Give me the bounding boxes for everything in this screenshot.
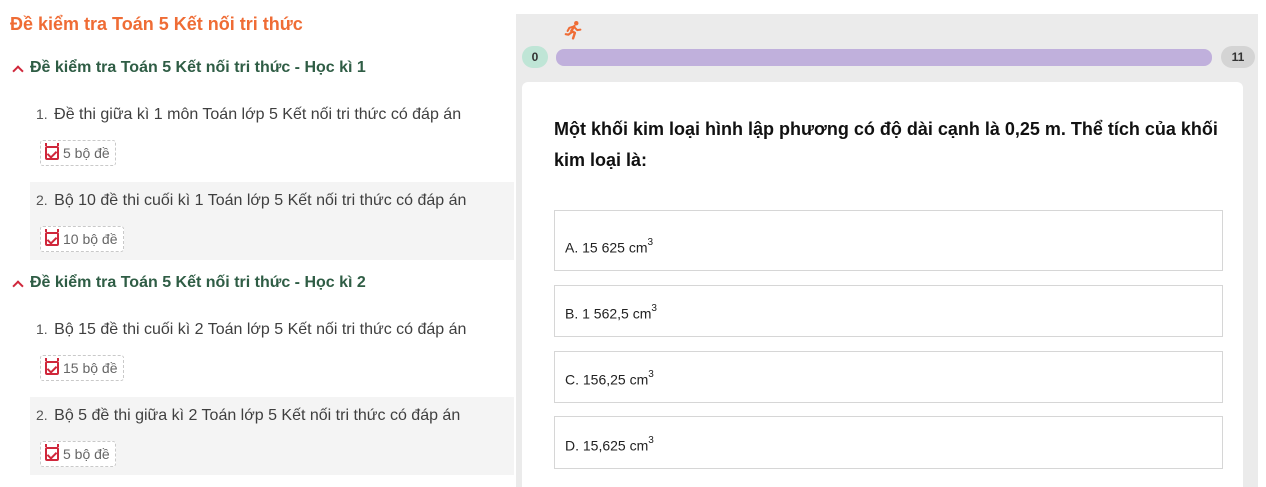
list-item-title[interactable]: 2. Bộ 10 đề thi cuối kì 1 Toán lớp 5 Kết… xyxy=(36,192,466,210)
count-badge: 5 bộ đề xyxy=(40,441,116,467)
list-item[interactable]: 2. Bộ 5 đề thi giữa kì 2 Toán lớp 5 Kết … xyxy=(30,397,514,475)
calendar-check-icon xyxy=(45,444,59,461)
calendar-check-icon xyxy=(45,143,59,160)
list-item-title[interactable]: 2. Bộ 5 đề thi giữa kì 2 Toán lớp 5 Kết … xyxy=(36,407,460,425)
count-badge: 10 bộ đề xyxy=(40,226,124,252)
answer-option-a[interactable]: A. 15 625 cm3 xyxy=(554,210,1223,271)
progress-start-count: 0 xyxy=(522,46,548,68)
exam-list-panel: Đề kiểm tra Toán 5 Kết nối tri thức Đề k… xyxy=(0,0,515,487)
list-item[interactable]: 1. Bộ 15 đề thi cuối kì 2 Toán lớp 5 Kết… xyxy=(30,311,514,391)
section-heading-hk1[interactable]: Đề kiểm tra Toán 5 Kết nối tri thức - Họ… xyxy=(12,57,366,79)
calendar-check-icon xyxy=(45,358,59,375)
running-person-icon xyxy=(564,21,582,40)
list-item[interactable]: 2. Bộ 10 đề thi cuối kì 1 Toán lớp 5 Kết… xyxy=(30,182,514,260)
question-card: Một khối kim loại hình lập phương có độ … xyxy=(522,82,1243,487)
question-text: Một khối kim loại hình lập phương có độ … xyxy=(554,119,1218,170)
answer-option-b[interactable]: B. 1 562,5 cm3 xyxy=(554,285,1223,337)
count-badge: 5 bộ đề xyxy=(40,140,116,166)
list-item-title[interactable]: 1. Bộ 15 đề thi cuối kì 2 Toán lớp 5 Kết… xyxy=(36,321,466,339)
progress-bar xyxy=(556,49,1212,66)
quiz-panel: 0 11 Một khối kim loại hình lập phương c… xyxy=(516,14,1258,487)
progress-total-count: 11 xyxy=(1221,46,1255,68)
page-title[interactable]: Đề kiểm tra Toán 5 Kết nối tri thức xyxy=(10,14,303,35)
list-item-title[interactable]: 1. Đề thi giữa kì 1 môn Toán lớp 5 Kết n… xyxy=(36,106,461,124)
count-badge: 15 bộ đề xyxy=(40,355,124,381)
answer-option-d[interactable]: D. 15,625 cm3 xyxy=(554,416,1223,469)
section-heading-label: Đề kiểm tra Toán 5 Kết nối tri thức - Họ… xyxy=(30,274,366,291)
section-heading-hk2[interactable]: Đề kiểm tra Toán 5 Kết nối tri thức - Họ… xyxy=(12,272,366,294)
calendar-check-icon xyxy=(45,229,59,246)
section-heading-label: Đề kiểm tra Toán 5 Kết nối tri thức - Họ… xyxy=(30,59,366,76)
list-item[interactable]: 1. Đề thi giữa kì 1 môn Toán lớp 5 Kết n… xyxy=(30,96,514,176)
chevron-up-icon xyxy=(12,64,24,77)
progress-fill xyxy=(556,49,1212,66)
answer-option-c[interactable]: C. 156,25 cm3 xyxy=(554,351,1223,403)
chevron-up-icon xyxy=(12,279,24,292)
